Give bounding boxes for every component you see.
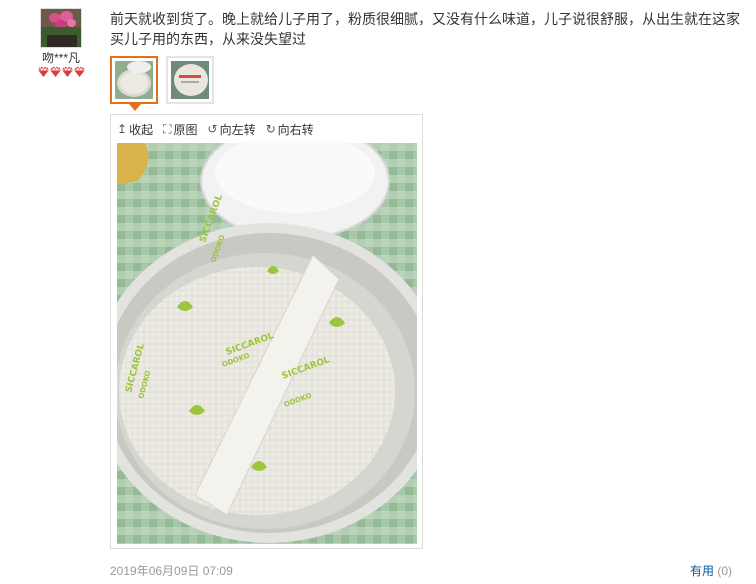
rotate-left-button[interactable]: ↺ 向左转 bbox=[208, 121, 256, 138]
useful-label[interactable]: 有用 bbox=[690, 564, 714, 578]
enlarged-review-photo: SICCAROL SICCAROL SICCAROL SICCAROL ODOK… bbox=[117, 143, 417, 544]
collapse-label: 收起 bbox=[129, 122, 154, 137]
review-thumbnails bbox=[110, 56, 214, 111]
original-label: 原图 bbox=[173, 122, 198, 137]
username[interactable]: 吻***凡 bbox=[30, 50, 92, 66]
original-image-button[interactable]: ⛶ 原图 bbox=[163, 121, 197, 138]
thumbnail-1-image bbox=[115, 61, 153, 99]
review-date: 2019年06月09日 07:09 bbox=[110, 564, 233, 578]
viewer-toolbar: ↥ 收起 ⛶ 原图 ↺ 向左转 ↻ 向右转 bbox=[111, 115, 422, 143]
review-text: 前天就收到货了。晚上就给儿子用了，粉质很细腻，又没有什么味道，儿子说很舒服，从出… bbox=[110, 11, 740, 47]
diamond-icon bbox=[37, 67, 49, 77]
thumbnail-2[interactable] bbox=[166, 56, 214, 104]
diamond-icon bbox=[61, 67, 73, 77]
diamond-icon bbox=[73, 67, 85, 77]
useful-count: (0) bbox=[717, 564, 732, 578]
thumbnail-1[interactable] bbox=[110, 56, 158, 111]
expand-icon: ⛶ bbox=[163, 121, 172, 136]
collapse-button[interactable]: ↥ 收起 bbox=[117, 121, 153, 138]
rotate-right-label: 向右转 bbox=[277, 122, 314, 137]
thumbnail-2-image bbox=[171, 61, 209, 99]
user-level-badges bbox=[30, 67, 92, 79]
useful-action[interactable]: 有用 (0) bbox=[690, 562, 732, 579]
diamond-icon bbox=[49, 67, 61, 77]
rotate-left-label: 向左转 bbox=[219, 122, 256, 137]
reviewer-info: 吻***凡 bbox=[30, 8, 92, 79]
arrow-up-icon: ↥ bbox=[117, 122, 128, 136]
rotate-left-icon: ↺ bbox=[207, 122, 218, 136]
rotate-right-icon: ↻ bbox=[265, 122, 276, 136]
avatar[interactable] bbox=[40, 8, 82, 48]
thumbnail-active-arrow bbox=[129, 104, 141, 111]
rotate-right-button[interactable]: ↻ 向右转 bbox=[266, 121, 314, 138]
image-viewer: ↥ 收起 ⛶ 原图 ↺ 向左转 ↻ 向右转 SICCAROL SICCAROL … bbox=[110, 114, 423, 549]
